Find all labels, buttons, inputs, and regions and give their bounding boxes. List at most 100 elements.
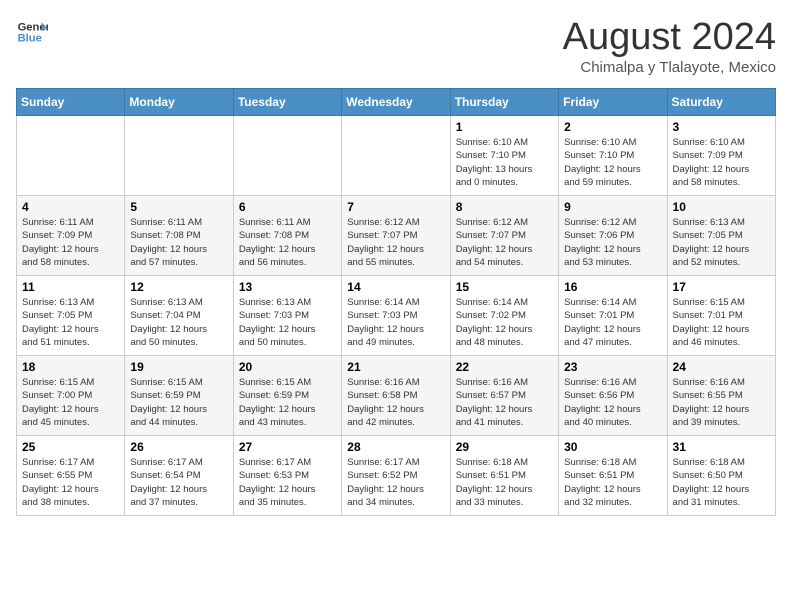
day-info: Sunrise: 6:10 AM Sunset: 7:10 PM Dayligh… (564, 136, 661, 189)
day-number: 4 (22, 200, 119, 214)
calendar-cell: 27 Sunrise: 6:17 AM Sunset: 6:53 PM Dayli… (233, 436, 341, 516)
day-header-saturday: Saturday (667, 89, 775, 116)
day-number: 22 (456, 360, 553, 374)
calendar-cell: 2Sunrise: 6:10 AM Sunset: 7:10 PM Daylig… (559, 116, 667, 196)
day-info: Sunrise: 6:15 AM Sunset: 6:59 PM Dayligh… (239, 376, 336, 429)
day-info: Sunrise: 6:11 AM Sunset: 7:08 PM Dayligh… (130, 216, 227, 269)
calendar-cell: 10 Sunrise: 6:13 AM Sunset: 7:05 PM Dayli… (667, 196, 775, 276)
day-number: 23 (564, 360, 661, 374)
day-info: Sunrise: 6:12 AM Sunset: 7:07 PM Dayligh… (347, 216, 444, 269)
calendar-week-5: 25 Sunrise: 6:17 AM Sunset: 6:55 PM Dayli… (17, 436, 776, 516)
calendar-cell: 15 Sunrise: 6:14 AM Sunset: 7:02 PM Dayli… (450, 276, 558, 356)
day-info: Sunrise: 6:18 AM Sunset: 6:51 PM Dayligh… (564, 456, 661, 509)
title-block: August 2024 Chimalpa y Tlalayote, Mexico (563, 16, 776, 76)
calendar-cell: 8Sunrise: 6:12 AM Sunset: 7:07 PM Daylig… (450, 196, 558, 276)
day-info: Sunrise: 6:18 AM Sunset: 6:51 PM Dayligh… (456, 456, 553, 509)
day-number: 1 (456, 120, 553, 134)
calendar-cell: 17 Sunrise: 6:15 AM Sunset: 7:01 PM Dayli… (667, 276, 775, 356)
day-info: Sunrise: 6:15 AM Sunset: 7:00 PM Dayligh… (22, 376, 119, 429)
day-number: 6 (239, 200, 336, 214)
calendar-cell: 22Sunrise: 6:16 AM Sunset: 6:57 PM Dayli… (450, 356, 558, 436)
day-number: 24 (673, 360, 770, 374)
calendar-table: SundayMondayTuesdayWednesdayThursdayFrid… (16, 88, 776, 516)
day-info: Sunrise: 6:13 AM Sunset: 7:03 PM Dayligh… (239, 296, 336, 349)
calendar-cell: 9 Sunrise: 6:12 AM Sunset: 7:06 PM Daylig… (559, 196, 667, 276)
day-number: 30 (564, 440, 661, 454)
day-number: 12 (130, 280, 227, 294)
logo: General Blue (16, 16, 48, 48)
calendar-week-1: 1 Sunrise: 6:10 AM Sunset: 7:10 PM Daylig… (17, 116, 776, 196)
day-info: Sunrise: 6:10 AM Sunset: 7:09 PM Dayligh… (673, 136, 770, 189)
calendar-cell (17, 116, 125, 196)
calendar-cell (342, 116, 450, 196)
calendar-cell: 1 Sunrise: 6:10 AM Sunset: 7:10 PM Daylig… (450, 116, 558, 196)
calendar-cell: 12 Sunrise: 6:13 AM Sunset: 7:04 PM Dayli… (125, 276, 233, 356)
calendar-cell: 13 Sunrise: 6:13 AM Sunset: 7:03 PM Dayli… (233, 276, 341, 356)
day-number: 10 (673, 200, 770, 214)
day-number: 25 (22, 440, 119, 454)
day-info: Sunrise: 6:13 AM Sunset: 7:05 PM Dayligh… (22, 296, 119, 349)
day-header-wednesday: Wednesday (342, 89, 450, 116)
calendar-cell: 25 Sunrise: 6:17 AM Sunset: 6:55 PM Dayli… (17, 436, 125, 516)
day-info: Sunrise: 6:17 AM Sunset: 6:53 PM Dayligh… (239, 456, 336, 509)
day-number: 14 (347, 280, 444, 294)
day-info: Sunrise: 6:12 AM Sunset: 7:06 PM Dayligh… (564, 216, 661, 269)
calendar-cell: 24 Sunrise: 6:16 AM Sunset: 6:55 PM Dayli… (667, 356, 775, 436)
day-info: Sunrise: 6:11 AM Sunset: 7:08 PM Dayligh… (239, 216, 336, 269)
day-number: 19 (130, 360, 227, 374)
calendar-cell: 4Sunrise: 6:11 AM Sunset: 7:09 PM Daylig… (17, 196, 125, 276)
day-info: Sunrise: 6:15 AM Sunset: 6:59 PM Dayligh… (130, 376, 227, 429)
day-number: 17 (673, 280, 770, 294)
calendar-cell (125, 116, 233, 196)
day-info: Sunrise: 6:16 AM Sunset: 6:55 PM Dayligh… (673, 376, 770, 429)
day-number: 18 (22, 360, 119, 374)
calendar-week-4: 18 Sunrise: 6:15 AM Sunset: 7:00 PM Dayli… (17, 356, 776, 436)
day-number: 29 (456, 440, 553, 454)
day-info: Sunrise: 6:13 AM Sunset: 7:04 PM Dayligh… (130, 296, 227, 349)
calendar-cell: 18 Sunrise: 6:15 AM Sunset: 7:00 PM Dayli… (17, 356, 125, 436)
location-subtitle: Chimalpa y Tlalayote, Mexico (563, 59, 776, 76)
day-number: 9 (564, 200, 661, 214)
day-info: Sunrise: 6:17 AM Sunset: 6:55 PM Dayligh… (22, 456, 119, 509)
logo-icon: General Blue (16, 16, 48, 48)
day-header-thursday: Thursday (450, 89, 558, 116)
day-number: 16 (564, 280, 661, 294)
day-number: 5 (130, 200, 227, 214)
day-number: 11 (22, 280, 119, 294)
day-number: 3 (673, 120, 770, 134)
calendar-week-2: 4Sunrise: 6:11 AM Sunset: 7:09 PM Daylig… (17, 196, 776, 276)
day-info: Sunrise: 6:13 AM Sunset: 7:05 PM Dayligh… (673, 216, 770, 269)
calendar-cell: 21Sunrise: 6:16 AM Sunset: 6:58 PM Dayli… (342, 356, 450, 436)
calendar-cell: 29 Sunrise: 6:18 AM Sunset: 6:51 PM Dayli… (450, 436, 558, 516)
day-number: 21 (347, 360, 444, 374)
calendar-cell: 20Sunrise: 6:15 AM Sunset: 6:59 PM Dayli… (233, 356, 341, 436)
calendar-cell: 26Sunrise: 6:17 AM Sunset: 6:54 PM Dayli… (125, 436, 233, 516)
calendar-cell: 30 Sunrise: 6:18 AM Sunset: 6:51 PM Dayli… (559, 436, 667, 516)
calendar-cell: 16Sunrise: 6:14 AM Sunset: 7:01 PM Dayli… (559, 276, 667, 356)
calendar-week-3: 11 Sunrise: 6:13 AM Sunset: 7:05 PM Dayli… (17, 276, 776, 356)
calendar-cell: 7 Sunrise: 6:12 AM Sunset: 7:07 PM Daylig… (342, 196, 450, 276)
day-number: 7 (347, 200, 444, 214)
day-number: 31 (673, 440, 770, 454)
day-info: Sunrise: 6:16 AM Sunset: 6:56 PM Dayligh… (564, 376, 661, 429)
day-info: Sunrise: 6:14 AM Sunset: 7:03 PM Dayligh… (347, 296, 444, 349)
day-number: 13 (239, 280, 336, 294)
calendar-cell: 23 Sunrise: 6:16 AM Sunset: 6:56 PM Dayli… (559, 356, 667, 436)
day-info: Sunrise: 6:15 AM Sunset: 7:01 PM Dayligh… (673, 296, 770, 349)
calendar-cell: 19 Sunrise: 6:15 AM Sunset: 6:59 PM Dayli… (125, 356, 233, 436)
day-info: Sunrise: 6:14 AM Sunset: 7:02 PM Dayligh… (456, 296, 553, 349)
calendar-cell: 14 Sunrise: 6:14 AM Sunset: 7:03 PM Dayli… (342, 276, 450, 356)
day-number: 27 (239, 440, 336, 454)
day-info: Sunrise: 6:17 AM Sunset: 6:52 PM Dayligh… (347, 456, 444, 509)
day-number: 8 (456, 200, 553, 214)
calendar-cell: 31Sunrise: 6:18 AM Sunset: 6:50 PM Dayli… (667, 436, 775, 516)
calendar-cell: 5 Sunrise: 6:11 AM Sunset: 7:08 PM Daylig… (125, 196, 233, 276)
calendar-cell (233, 116, 341, 196)
day-number: 15 (456, 280, 553, 294)
day-info: Sunrise: 6:17 AM Sunset: 6:54 PM Dayligh… (130, 456, 227, 509)
day-number: 28 (347, 440, 444, 454)
day-info: Sunrise: 6:10 AM Sunset: 7:10 PM Dayligh… (456, 136, 553, 189)
month-title: August 2024 (563, 16, 776, 59)
calendar-cell: 28 Sunrise: 6:17 AM Sunset: 6:52 PM Dayli… (342, 436, 450, 516)
calendar-cell: 6 Sunrise: 6:11 AM Sunset: 7:08 PM Daylig… (233, 196, 341, 276)
